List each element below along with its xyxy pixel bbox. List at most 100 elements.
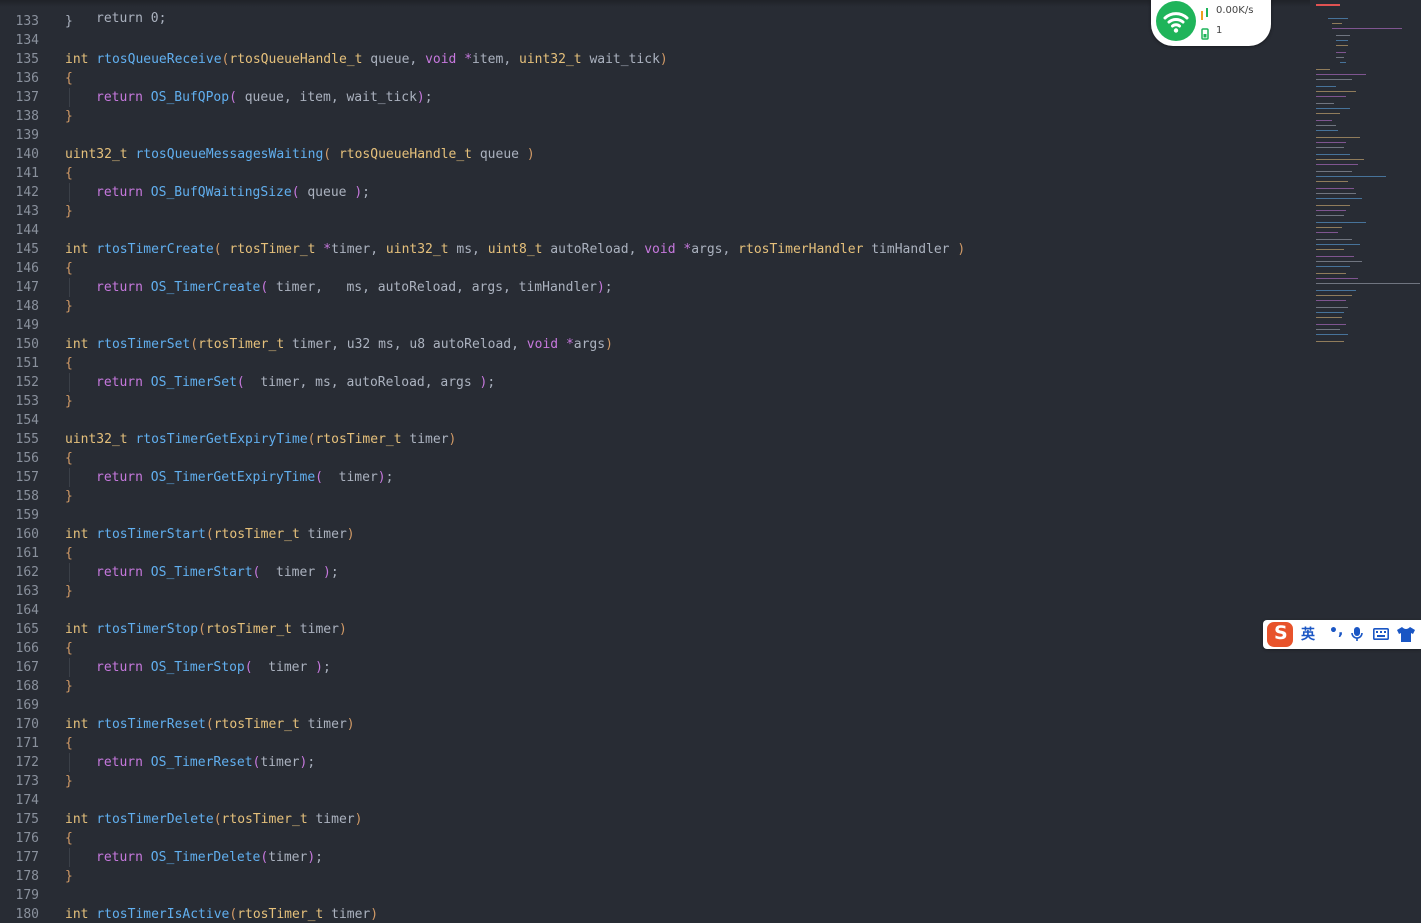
code-token: rtosTimer_t — [213, 527, 300, 542]
code-token: rtosTimer_t — [213, 717, 300, 732]
code-token: ( — [244, 660, 253, 675]
minimap-line — [1336, 52, 1346, 53]
line-number: 147 — [15, 280, 39, 295]
line-number: 176 — [15, 831, 39, 846]
indent-guide — [69, 468, 70, 487]
code-line[interactable]: 174 — [0, 791, 1310, 810]
code-token: timer — [401, 432, 449, 447]
code-line[interactable]: 134 — [0, 31, 1310, 50]
code-line[interactable]: 153} — [0, 392, 1310, 411]
code-line[interactable]: 140 uint32_t rtosQueueMessagesWaiting( rt… — [0, 145, 1310, 164]
minimap-slider[interactable] — [1316, 4, 1340, 6]
code-token: timer — [291, 622, 339, 637]
code-token: queue — [472, 147, 527, 162]
code-token: * — [464, 52, 473, 67]
code-line[interactable]: 149 — [0, 316, 1310, 335]
code-line[interactable]: 157 return OS_TimerGetExpiryTime( timer); — [0, 468, 1310, 487]
code-line[interactable]: 176 { — [0, 829, 1310, 848]
code-line[interactable]: 139 — [0, 126, 1310, 145]
code-line[interactable]: 155 uint32_t rtosTimerGetExpiryTime(rtosT… — [0, 430, 1310, 449]
code-line[interactable]: 166 { — [0, 639, 1310, 658]
code-token: return — [96, 280, 143, 295]
code-text: int rtosTimerStart(rtosTimer_t timer) — [65, 525, 355, 544]
code-line[interactable]: 173} — [0, 772, 1310, 791]
skin-shirt-icon[interactable] — [1397, 627, 1415, 647]
line-number: 154 — [15, 413, 39, 428]
code-token: { — [65, 71, 73, 86]
code-line[interactable]: 171 { — [0, 734, 1310, 753]
code-editor[interactable]: return 0; 133} 134 135 int rtosQueueReceive… — [0, 0, 1310, 923]
code-token: ) — [346, 717, 355, 732]
code-token: timer — [299, 717, 347, 732]
code-text: return OS_TimerStart( timer ); — [96, 563, 339, 582]
code-text: } — [65, 392, 73, 411]
code-token: ( — [323, 147, 332, 162]
code-token: args, — [691, 242, 739, 257]
line-number: 170 — [15, 717, 39, 732]
minimap-line — [1316, 154, 1350, 155]
code-line[interactable]: 165 int rtosTimerStop(rtosTimer_t timer) — [0, 620, 1310, 639]
code-line[interactable]: 170 int rtosTimerReset(rtosTimer_t timer) — [0, 715, 1310, 734]
code-line[interactable]: 164 — [0, 601, 1310, 620]
code-line[interactable]: 154 — [0, 411, 1310, 430]
code-line[interactable]: 150 int rtosTimerSet(rtosTimer_t timer, u… — [0, 335, 1310, 354]
code-token: ) — [338, 622, 347, 637]
code-line[interactable]: 133} — [0, 12, 1310, 31]
code-token: } — [65, 394, 73, 409]
code-token: int — [65, 242, 89, 257]
code-line[interactable]: 143} — [0, 202, 1310, 221]
code-line[interactable]: 145 int rtosTimerCreate( rtosTimer_t *tim… — [0, 240, 1310, 259]
code-token: ; — [487, 375, 496, 390]
code-token: OS_TimerGetExpiryTime — [150, 470, 316, 485]
code-token: rtosTimerIsActive — [96, 907, 230, 922]
ime-language-toggle[interactable]: 英 — [1301, 624, 1315, 644]
code-line[interactable]: 142 return OS_BufQWaitingSize( queue ); — [0, 183, 1310, 202]
code-line[interactable]: 172 return OS_TimerReset(timer); — [0, 753, 1310, 772]
code-line[interactable]: 135 int rtosQueueReceive(rtosQueueHandle_… — [0, 50, 1310, 69]
code-line[interactable]: 162 return OS_TimerStart( timer ); — [0, 563, 1310, 582]
code-line[interactable]: 136 { — [0, 69, 1310, 88]
code-line[interactable]: 180 int rtosTimerIsActive(rtosTimer_t tim… — [0, 905, 1310, 923]
code-line[interactable]: 147 return OS_TimerCreate( timer, ms, aut… — [0, 278, 1310, 297]
code-line[interactable]: 144 — [0, 221, 1310, 240]
code-line[interactable]: 178} — [0, 867, 1310, 886]
code-line[interactable]: 148} — [0, 297, 1310, 316]
code-token: void — [526, 337, 559, 352]
code-text: int rtosTimerDelete(rtosTimer_t timer) — [65, 810, 362, 829]
code-line[interactable]: 168} — [0, 677, 1310, 696]
code-line[interactable]: 160 int rtosTimerStart(rtosTimer_t timer) — [0, 525, 1310, 544]
code-line[interactable]: 159 — [0, 506, 1310, 525]
code-line[interactable]: 175 int rtosTimerDelete(rtosTimer_t timer… — [0, 810, 1310, 829]
code-line[interactable]: 146 { — [0, 259, 1310, 278]
code-line[interactable]: 167 return OS_TimerStop( timer ); — [0, 658, 1310, 677]
code-line[interactable]: 152 return OS_TimerSet( timer, ms, autoRe… — [0, 373, 1310, 392]
code-line[interactable]: 169 — [0, 696, 1310, 715]
code-token: uint8_t — [487, 242, 543, 257]
code-line[interactable]: 156 { — [0, 449, 1310, 468]
code-line[interactable]: 179 — [0, 886, 1310, 905]
code-text: return OS_TimerCreate( timer, ms, autoRe… — [96, 278, 613, 297]
code-line[interactable]: 141 { — [0, 164, 1310, 183]
ime-toolbar[interactable]: S 英 •, — [1263, 620, 1421, 649]
code-line[interactable]: 177 return OS_TimerDelete(timer); — [0, 848, 1310, 867]
code-line[interactable]: 163} — [0, 582, 1310, 601]
code-line[interactable]: 158} — [0, 487, 1310, 506]
code-line[interactable]: 137 return OS_BufQPop( queue, item, wait_… — [0, 88, 1310, 107]
code-token: uint32_t — [385, 242, 449, 257]
code-token: ; — [385, 470, 394, 485]
code-line[interactable]: 138} — [0, 107, 1310, 126]
keyboard-icon[interactable] — [1373, 628, 1389, 648]
minimap-line — [1316, 198, 1362, 199]
minimap[interactable] — [1310, 0, 1421, 923]
code-line[interactable]: 161 { — [0, 544, 1310, 563]
sogou-logo-icon[interactable]: S — [1265, 620, 1295, 649]
minimap-line — [1332, 28, 1402, 29]
code-token: item, — [472, 52, 519, 67]
punctuation-icon[interactable]: •, — [1329, 623, 1343, 643]
network-speed-widget[interactable]: 0.00K/s 1 — [1151, 0, 1271, 46]
code-line[interactable]: 151 { — [0, 354, 1310, 373]
minimap-line — [1328, 18, 1348, 19]
code-token: rtosQueueMessagesWaiting — [135, 147, 324, 162]
microphone-icon[interactable] — [1350, 626, 1364, 646]
